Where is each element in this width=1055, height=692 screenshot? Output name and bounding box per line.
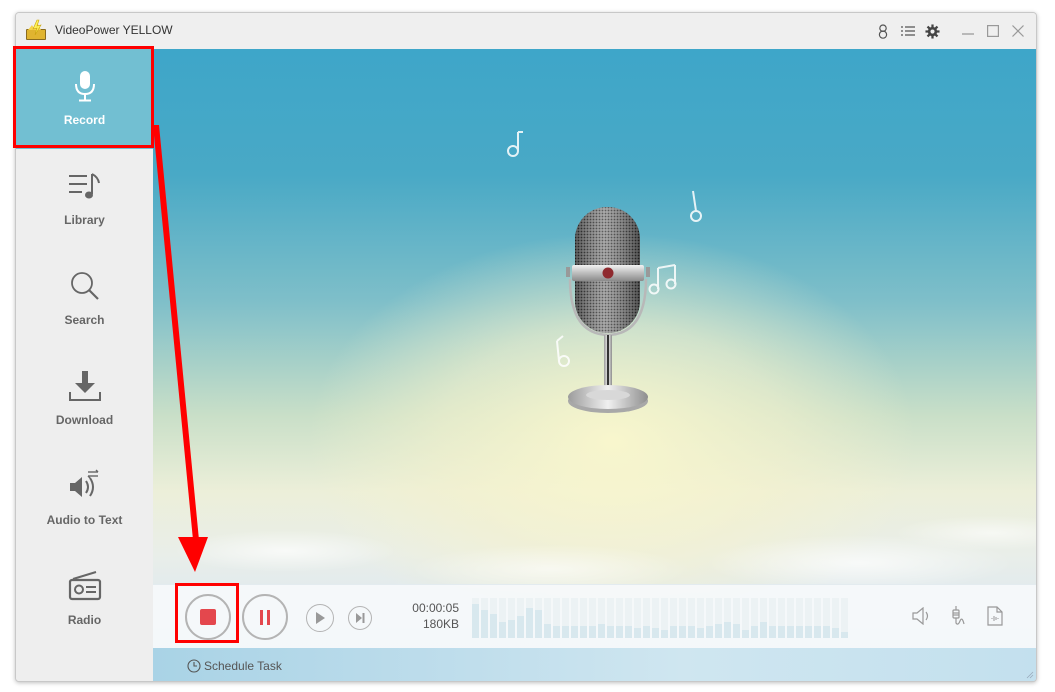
level-column <box>553 598 560 638</box>
level-column <box>634 598 641 638</box>
skip-next-icon <box>356 613 365 623</box>
sidebar-item-label: Record <box>63 113 106 127</box>
speaker-icon[interactable] <box>912 605 934 627</box>
level-column <box>571 598 578 638</box>
audio-to-text-icon <box>68 469 102 503</box>
schedule-task-button[interactable]: Schedule Task <box>187 659 282 673</box>
settings-icon[interactable] <box>920 21 945 41</box>
schedule-task-label: Schedule Task <box>204 659 282 673</box>
level-column <box>625 598 632 638</box>
sidebar-item-audio-to-text[interactable]: Audio to Text <box>16 449 153 549</box>
play-icon <box>316 612 325 624</box>
app-window: VideoPower YELLOW Record Library Search … <box>15 12 1037 682</box>
sidebar-item-label: Radio <box>67 613 102 627</box>
elapsed-time: 00:00:05 <box>412 601 459 615</box>
level-column <box>841 598 848 638</box>
sidebar-item-radio[interactable]: Radio <box>16 549 153 649</box>
level-column <box>769 598 776 638</box>
app-logo-icon <box>26 19 46 40</box>
pause-button[interactable] <box>242 594 288 640</box>
level-column <box>508 598 515 638</box>
level-column <box>616 598 623 638</box>
level-column <box>481 598 488 638</box>
level-column <box>832 598 839 638</box>
level-column <box>724 598 731 638</box>
level-column <box>472 598 479 638</box>
minimize-icon[interactable] <box>955 21 980 41</box>
search-icon <box>70 269 100 303</box>
music-list-icon <box>68 169 102 203</box>
sidebar-item-record[interactable]: Record <box>16 49 153 149</box>
level-column <box>706 598 713 638</box>
microphone-icon <box>74 69 96 103</box>
clock-icon <box>187 659 201 673</box>
title-spacer <box>945 21 955 41</box>
sidebar-item-library[interactable]: Library <box>16 149 153 249</box>
skip-next-button[interactable] <box>348 606 372 630</box>
close-icon[interactable] <box>1005 21 1030 41</box>
level-column <box>490 598 497 638</box>
play-button[interactable] <box>306 604 334 632</box>
level-column <box>661 598 668 638</box>
radio-icon <box>68 569 102 603</box>
level-column <box>778 598 785 638</box>
pause-icon <box>260 609 270 625</box>
level-column <box>688 598 695 638</box>
level-column <box>526 598 533 638</box>
level-column <box>814 598 821 638</box>
app-title: VideoPower YELLOW <box>55 23 173 37</box>
stop-icon <box>200 609 216 625</box>
level-column <box>607 598 614 638</box>
maximize-icon[interactable] <box>980 21 1005 41</box>
bottom-strip <box>153 648 1036 681</box>
level-column <box>652 598 659 638</box>
cloud-background <box>153 479 1036 599</box>
audio-file-icon[interactable] <box>984 605 1006 627</box>
stop-record-button[interactable] <box>185 594 231 640</box>
level-column <box>697 598 704 638</box>
sidebar-item-label: Download <box>55 413 114 427</box>
level-column <box>598 598 605 638</box>
user-icon[interactable] <box>870 21 895 41</box>
level-column <box>823 598 830 638</box>
audio-input-icon[interactable] <box>948 605 970 627</box>
level-column <box>643 598 650 638</box>
download-icon <box>68 369 102 403</box>
title-bar: VideoPower YELLOW <box>16 13 1036 49</box>
level-column <box>535 598 542 638</box>
level-column <box>751 598 758 638</box>
resize-grip-icon[interactable] <box>1024 669 1034 679</box>
level-column <box>679 598 686 638</box>
level-column <box>589 598 596 638</box>
record-stage: 00:00:05 180KB Schedule Task <box>153 49 1036 681</box>
sidebar-item-download[interactable]: Download <box>16 349 153 449</box>
menu-icon[interactable] <box>895 21 920 41</box>
sidebar: Record Library Search Download Audio to … <box>16 49 153 681</box>
level-column <box>562 598 569 638</box>
level-column <box>670 598 677 638</box>
level-column <box>796 598 803 638</box>
sidebar-item-search[interactable]: Search <box>16 249 153 349</box>
player-control-bar: 00:00:05 180KB <box>153 584 1036 648</box>
sidebar-item-label: Search <box>64 313 105 327</box>
level-column <box>517 598 524 638</box>
level-column <box>805 598 812 638</box>
recording-readout: 00:00:05 180KB <box>393 600 459 632</box>
level-column <box>760 598 767 638</box>
level-column <box>499 598 506 638</box>
level-column <box>733 598 740 638</box>
audio-level-meter <box>472 598 848 638</box>
microphone-illustration <box>507 131 702 413</box>
file-size: 180KB <box>422 617 459 631</box>
sidebar-item-label: Audio to Text <box>46 513 123 527</box>
level-column <box>742 598 749 638</box>
sidebar-item-label: Library <box>64 213 105 227</box>
level-column <box>580 598 587 638</box>
level-column <box>544 598 551 638</box>
level-column <box>787 598 794 638</box>
level-column <box>715 598 722 638</box>
